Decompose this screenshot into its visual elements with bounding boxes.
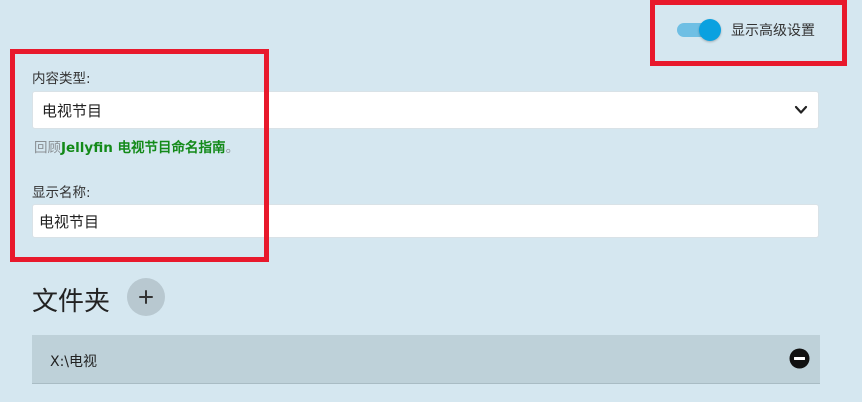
display-name-label: 显示名称:	[32, 185, 91, 201]
hint-prefix: 回顾	[34, 140, 61, 156]
folder-row: X:\电视	[32, 335, 820, 384]
folders-title: 文件夹	[32, 287, 111, 317]
content-type-value: 电视节目	[42, 101, 103, 120]
content-type-select[interactable]: 电视节目	[32, 91, 819, 129]
naming-guide-hint: 回顾Jellyfin 电视节目命名指南。	[34, 136, 239, 156]
remove-folder-button[interactable]	[789, 348, 810, 369]
hint-suffix: 。	[225, 140, 240, 156]
add-folder-button[interactable]	[127, 278, 165, 316]
naming-guide-link[interactable]: Jellyfin 电视节目命名指南	[61, 140, 226, 156]
advanced-settings-label: 显示高级设置	[731, 23, 815, 39]
folder-path: X:\电视	[50, 354, 98, 370]
chevron-down-icon	[794, 105, 808, 114]
content-type-label: 内容类型:	[32, 71, 91, 87]
display-name-input[interactable]	[32, 204, 819, 238]
advanced-settings-toggle[interactable]	[677, 19, 721, 41]
plus-icon	[139, 290, 153, 304]
minus-circle-icon	[789, 348, 810, 369]
toggle-knob	[699, 19, 721, 41]
